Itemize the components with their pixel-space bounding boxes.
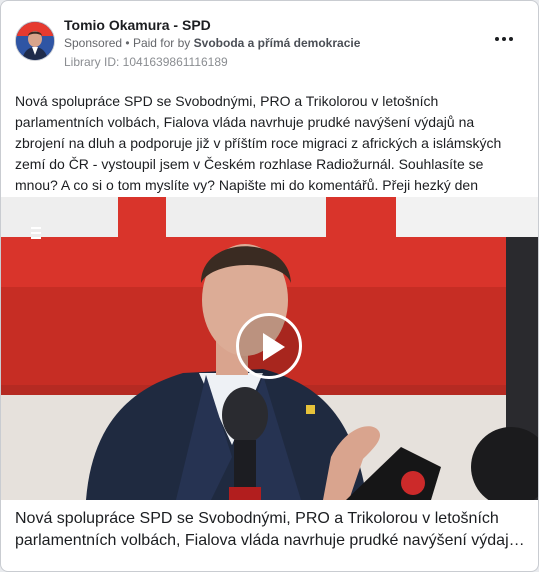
sponsored-label: Sponsored <box>64 36 123 50</box>
avatar-portrait-image <box>16 22 54 60</box>
page-name[interactable]: Tomio Okamura - SPD <box>64 17 211 33</box>
more-options-button[interactable] <box>492 33 516 45</box>
video-caption[interactable]: Nová spolupráce SPD se Svobodnými, PRO a… <box>15 508 525 552</box>
avatar[interactable] <box>15 21 55 61</box>
play-button[interactable] <box>236 313 302 379</box>
more-horizontal-icon-dot <box>502 37 506 41</box>
ad-card: Tomio Okamura - SPD Sponsored • Paid for… <box>0 0 539 572</box>
payer-name[interactable]: Svoboda a přímá demokracie <box>194 36 361 50</box>
play-icon <box>263 333 285 361</box>
post-text: Nová spolupráce SPD se Svobodnými, PRO a… <box>15 93 502 193</box>
separator-dot: • <box>125 36 133 50</box>
ad-header: Tomio Okamura - SPD Sponsored • Paid for… <box>15 17 524 73</box>
caption-line-1: Nová spolupráce SPD se Svobodnými, PRO a… <box>15 510 499 527</box>
caption-line-2: parlamentních volbách, Fialova vláda nav… <box>15 532 525 549</box>
paid-for-label: Paid for by <box>132 36 191 50</box>
library-id: Library ID: 1041639861116189 <box>64 55 228 69</box>
sponsored-line: Sponsored • Paid for by Svoboda a přímá … <box>64 36 360 50</box>
more-horizontal-icon-dot <box>509 37 513 41</box>
more-horizontal-icon-dot <box>495 37 499 41</box>
